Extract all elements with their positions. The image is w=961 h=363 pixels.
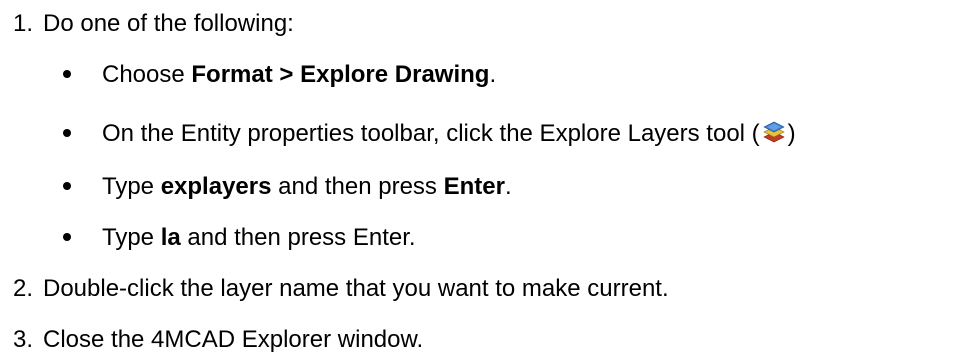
step-text: Do one of the following: (43, 10, 294, 37)
bullet-type-la: Type la and then press Enter. (63, 226, 416, 250)
bullet-dot (63, 232, 71, 241)
bullet-text-post: . (489, 61, 497, 88)
command-alias: la (160, 224, 181, 251)
bullet-text-post: and then press Enter. (180, 224, 416, 251)
menu-path: Format > Explore Drawing (191, 61, 490, 88)
bullet-text-pre: Choose (102, 61, 192, 88)
explore-layers-icon (761, 119, 787, 145)
bullet-dot (63, 181, 71, 190)
bullet-text-pre: Type (102, 173, 161, 200)
step-text: Double-click the layer name that you wan… (43, 275, 669, 302)
step-1: 1. Do one of the following: (13, 12, 294, 36)
bullet-type-explayers: Type explayers and then press Enter. (63, 175, 512, 199)
bullet-choose-format: Choose Format > Explore Drawing. (63, 63, 496, 87)
step-number: 3. (13, 326, 34, 353)
step-text: Close the 4MCAD Explorer window. (43, 326, 424, 353)
step-number: 1. (13, 10, 34, 37)
step-2: 2. Double-click the layer name that you w… (13, 277, 669, 301)
bullet-dot (63, 69, 71, 78)
step-number: 2. (13, 275, 34, 302)
command-name: explayers (160, 173, 272, 200)
step-3: 3. Close the 4MCAD Explorer window. (13, 328, 423, 352)
bullet-text-post: ) (787, 120, 796, 147)
bullet-dot (63, 128, 71, 137)
bullet-text-pre: Type (102, 224, 161, 251)
bullet-text-mid: and then press (271, 173, 444, 200)
bullet-text-pre: On the Entity properties toolbar, click … (102, 120, 760, 147)
key-name: Enter (443, 173, 505, 200)
bullet-text-post: . (504, 173, 512, 200)
bullet-explore-layers-tool: On the Entity properties toolbar, click … (63, 119, 796, 146)
